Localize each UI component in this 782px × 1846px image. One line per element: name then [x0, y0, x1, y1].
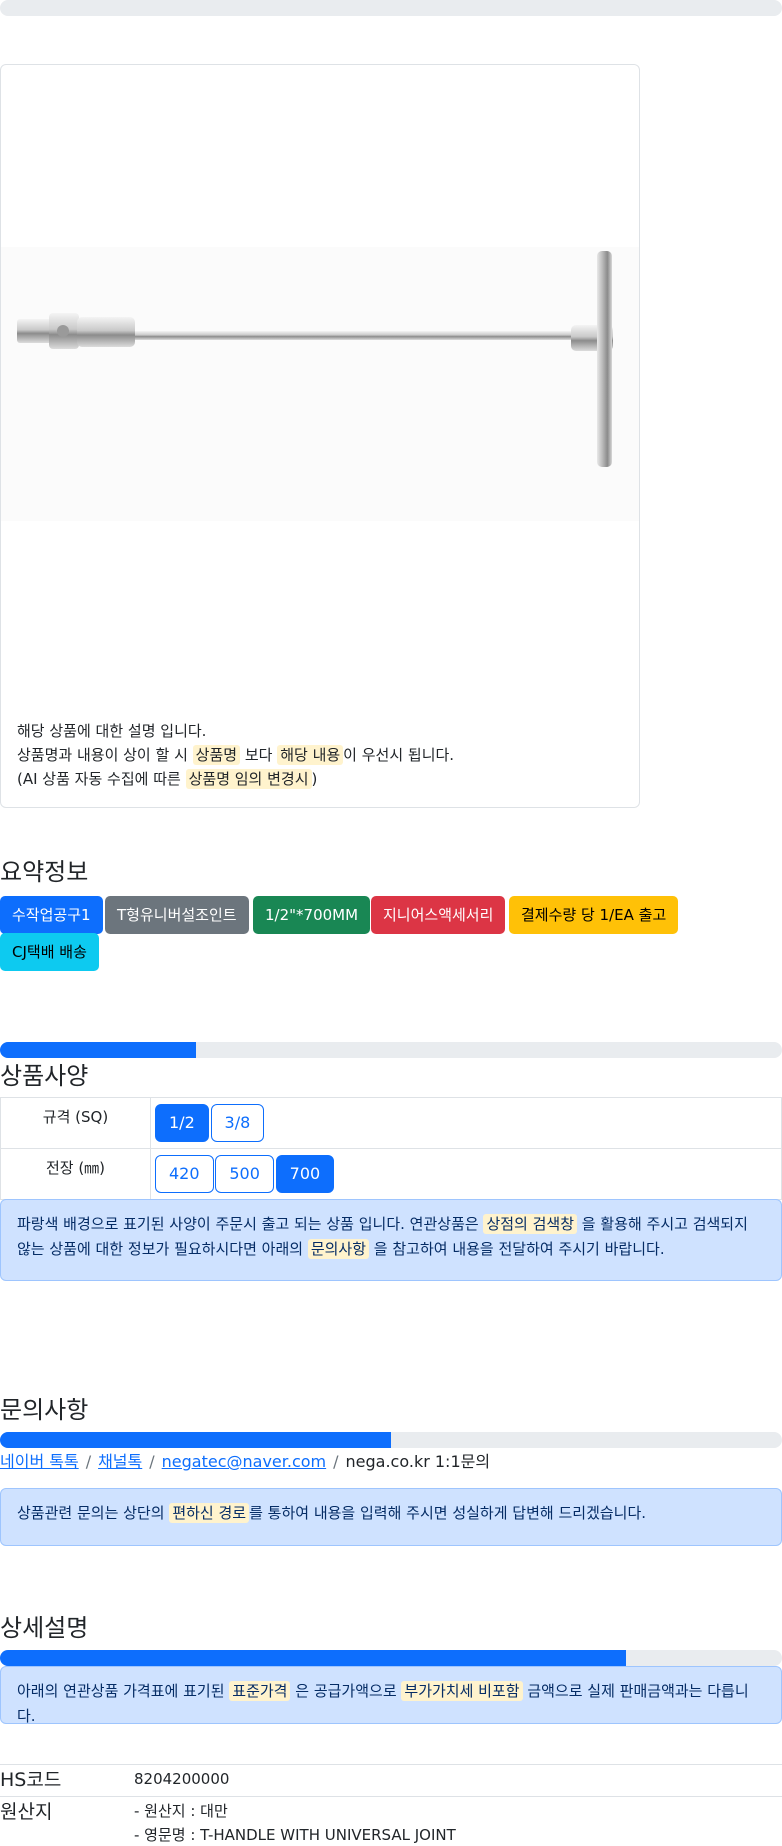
spec-table: 규격 (SQ) 1/2 3/8 전장 (㎜) 420 500 700	[0, 1097, 782, 1200]
option-length-500[interactable]: 500	[215, 1155, 274, 1193]
notice-text: 아래의 연관상품 가격표에 표기된	[17, 1682, 230, 1700]
highlight-standard-price: 표준가격	[229, 1681, 291, 1701]
detail-progress-fill	[0, 1650, 626, 1666]
inquiry-progress-bar	[0, 1432, 782, 1448]
separator: /	[333, 1452, 339, 1471]
spec-title: 상품사양	[0, 1062, 89, 1090]
description-text: 보다	[240, 746, 278, 764]
origin-country: - 원산지 : 대만	[134, 1802, 228, 1820]
highlight-product-name: 상품명	[192, 745, 241, 765]
highlight-search: 상점의 검색창	[483, 1214, 578, 1234]
spec-options-length: 420 500 700	[150, 1148, 782, 1200]
highlight-vat: 부가가치세 비포함	[401, 1681, 523, 1701]
description-line-3: (AI 상품 자동 수집에 따른 상품명 임의 변경시)	[17, 767, 454, 791]
inquiry-breadcrumb: 네이버 톡톡 / 채널톡 / negatec@naver.com / nega.co.kr …	[0, 1448, 490, 1472]
summary-title: 요약정보	[0, 858, 89, 886]
notice-text: 를 통하여 내용을 입력해 주시면 성실하게 답변해 드리겠습니다.	[249, 1504, 647, 1522]
separator: /	[85, 1452, 92, 1471]
link-email[interactable]: negatec@naver.com	[162, 1452, 326, 1471]
origin-row: 원산지 - 원산지 : 대만 - 영문명 : T-HANDLE WITH UNI…	[0, 1796, 782, 1846]
spec-row-sq: 규격 (SQ) 1/2 3/8	[0, 1097, 782, 1149]
spec-options-sq: 1/2 3/8	[150, 1097, 782, 1149]
notice-text: 상품관련 문의는 상단의	[17, 1504, 170, 1522]
spec-progress-bar	[0, 1042, 782, 1058]
highlight-name-change: 상품명 임의 변경시	[185, 769, 312, 789]
top-progress-bar	[0, 0, 782, 16]
option-sq-3-8[interactable]: 3/8	[210, 1104, 265, 1142]
hs-code-label: HS코드	[0, 1769, 62, 1791]
highlight-route: 편하신 경로	[169, 1503, 250, 1523]
t-handle-wrench-image	[17, 251, 613, 467]
separator: /	[149, 1452, 155, 1471]
link-channeltalk[interactable]: 채널톡	[98, 1452, 142, 1471]
inquiry-title: 문의사항	[0, 1396, 89, 1424]
option-length-700[interactable]: 700	[275, 1155, 335, 1193]
description-line-2: 상품명과 내용이 상이 할 시 상품명 보다 해당 내용 이 우선시 됩니다.	[17, 743, 454, 767]
description-text: (AI 상품 자동 수집에 따른	[17, 770, 186, 788]
description-text: 상품명과 내용이 상이 할 시	[17, 746, 193, 764]
origin-label: 원산지	[0, 1801, 53, 1823]
detail-progress-bar	[0, 1650, 782, 1666]
description-text: )	[311, 770, 318, 788]
notice-text: 을 참고하여 내용을 전달하여 주시기 바랍니다.	[369, 1240, 665, 1258]
badge-size: 1/2"*700MM	[253, 896, 371, 934]
badge-shipping: CJ택배 배송	[0, 933, 99, 971]
inquiry-site-text: nega.co.kr 1:1문의	[345, 1452, 491, 1471]
spec-row-length: 전장 (㎜) 420 500 700	[0, 1148, 782, 1200]
spec-notice: 파랑색 배경으로 표기된 사양이 주문시 출고 되는 상품 입니다. 연관상품은…	[0, 1199, 782, 1281]
highlight-content: 해당 내용	[277, 745, 344, 765]
highlight-inquiry: 문의사항	[307, 1239, 370, 1259]
notice-text: 은 공급가액으로	[290, 1682, 402, 1700]
option-length-420[interactable]: 420	[155, 1155, 214, 1193]
spec-label-length: 전장 (㎜)	[0, 1148, 151, 1200]
origin-value: - 원산지 : 대만 - 영문명 : T-HANDLE WITH UNIVERS…	[134, 1799, 456, 1846]
option-sq-1-2[interactable]: 1/2	[155, 1104, 209, 1142]
detail-notice: 아래의 연관상품 가격표에 표기된 표준가격 은 공급가액으로 부가가치세 비포…	[0, 1666, 782, 1725]
product-card: 해당 상품에 대한 설명 입니다. 상품명과 내용이 상이 할 시 상품명 보다…	[0, 64, 640, 808]
hs-code-row: HS코드 8204200000	[0, 1764, 782, 1794]
product-description: 해당 상품에 대한 설명 입니다. 상품명과 내용이 상이 할 시 상품명 보다…	[17, 719, 454, 791]
inquiry-progress-fill	[0, 1432, 391, 1448]
badge-category: 수작업공구1	[0, 896, 103, 934]
link-naver-talktalk[interactable]: 네이버 톡톡	[0, 1452, 79, 1471]
description-text: 이 우선시 됩니다.	[343, 746, 455, 764]
badge-quantity: 결제수량 당 1/EA 출고	[509, 896, 679, 934]
badge-product-type: T형유니버설조인트	[105, 896, 249, 934]
hs-code-value: 8204200000	[134, 1770, 230, 1788]
origin-english-name: - 영문명 : T-HANDLE WITH UNIVERSAL JOINT	[134, 1826, 456, 1844]
description-line-1: 해당 상품에 대한 설명 입니다.	[17, 722, 207, 740]
badge-brand: 지니어스액세서리	[371, 896, 506, 934]
inquiry-notice: 상품관련 문의는 상단의 편하신 경로 를 통하여 내용을 입력해 주시면 성실하…	[0, 1488, 782, 1546]
spec-label-sq: 규격 (SQ)	[0, 1097, 151, 1149]
product-image	[1, 247, 639, 521]
detail-title: 상세설명	[0, 1614, 89, 1642]
notice-text: 파랑색 배경으로 표기된 사양이 주문시 출고 되는 상품 입니다. 연관상품은	[17, 1215, 484, 1233]
